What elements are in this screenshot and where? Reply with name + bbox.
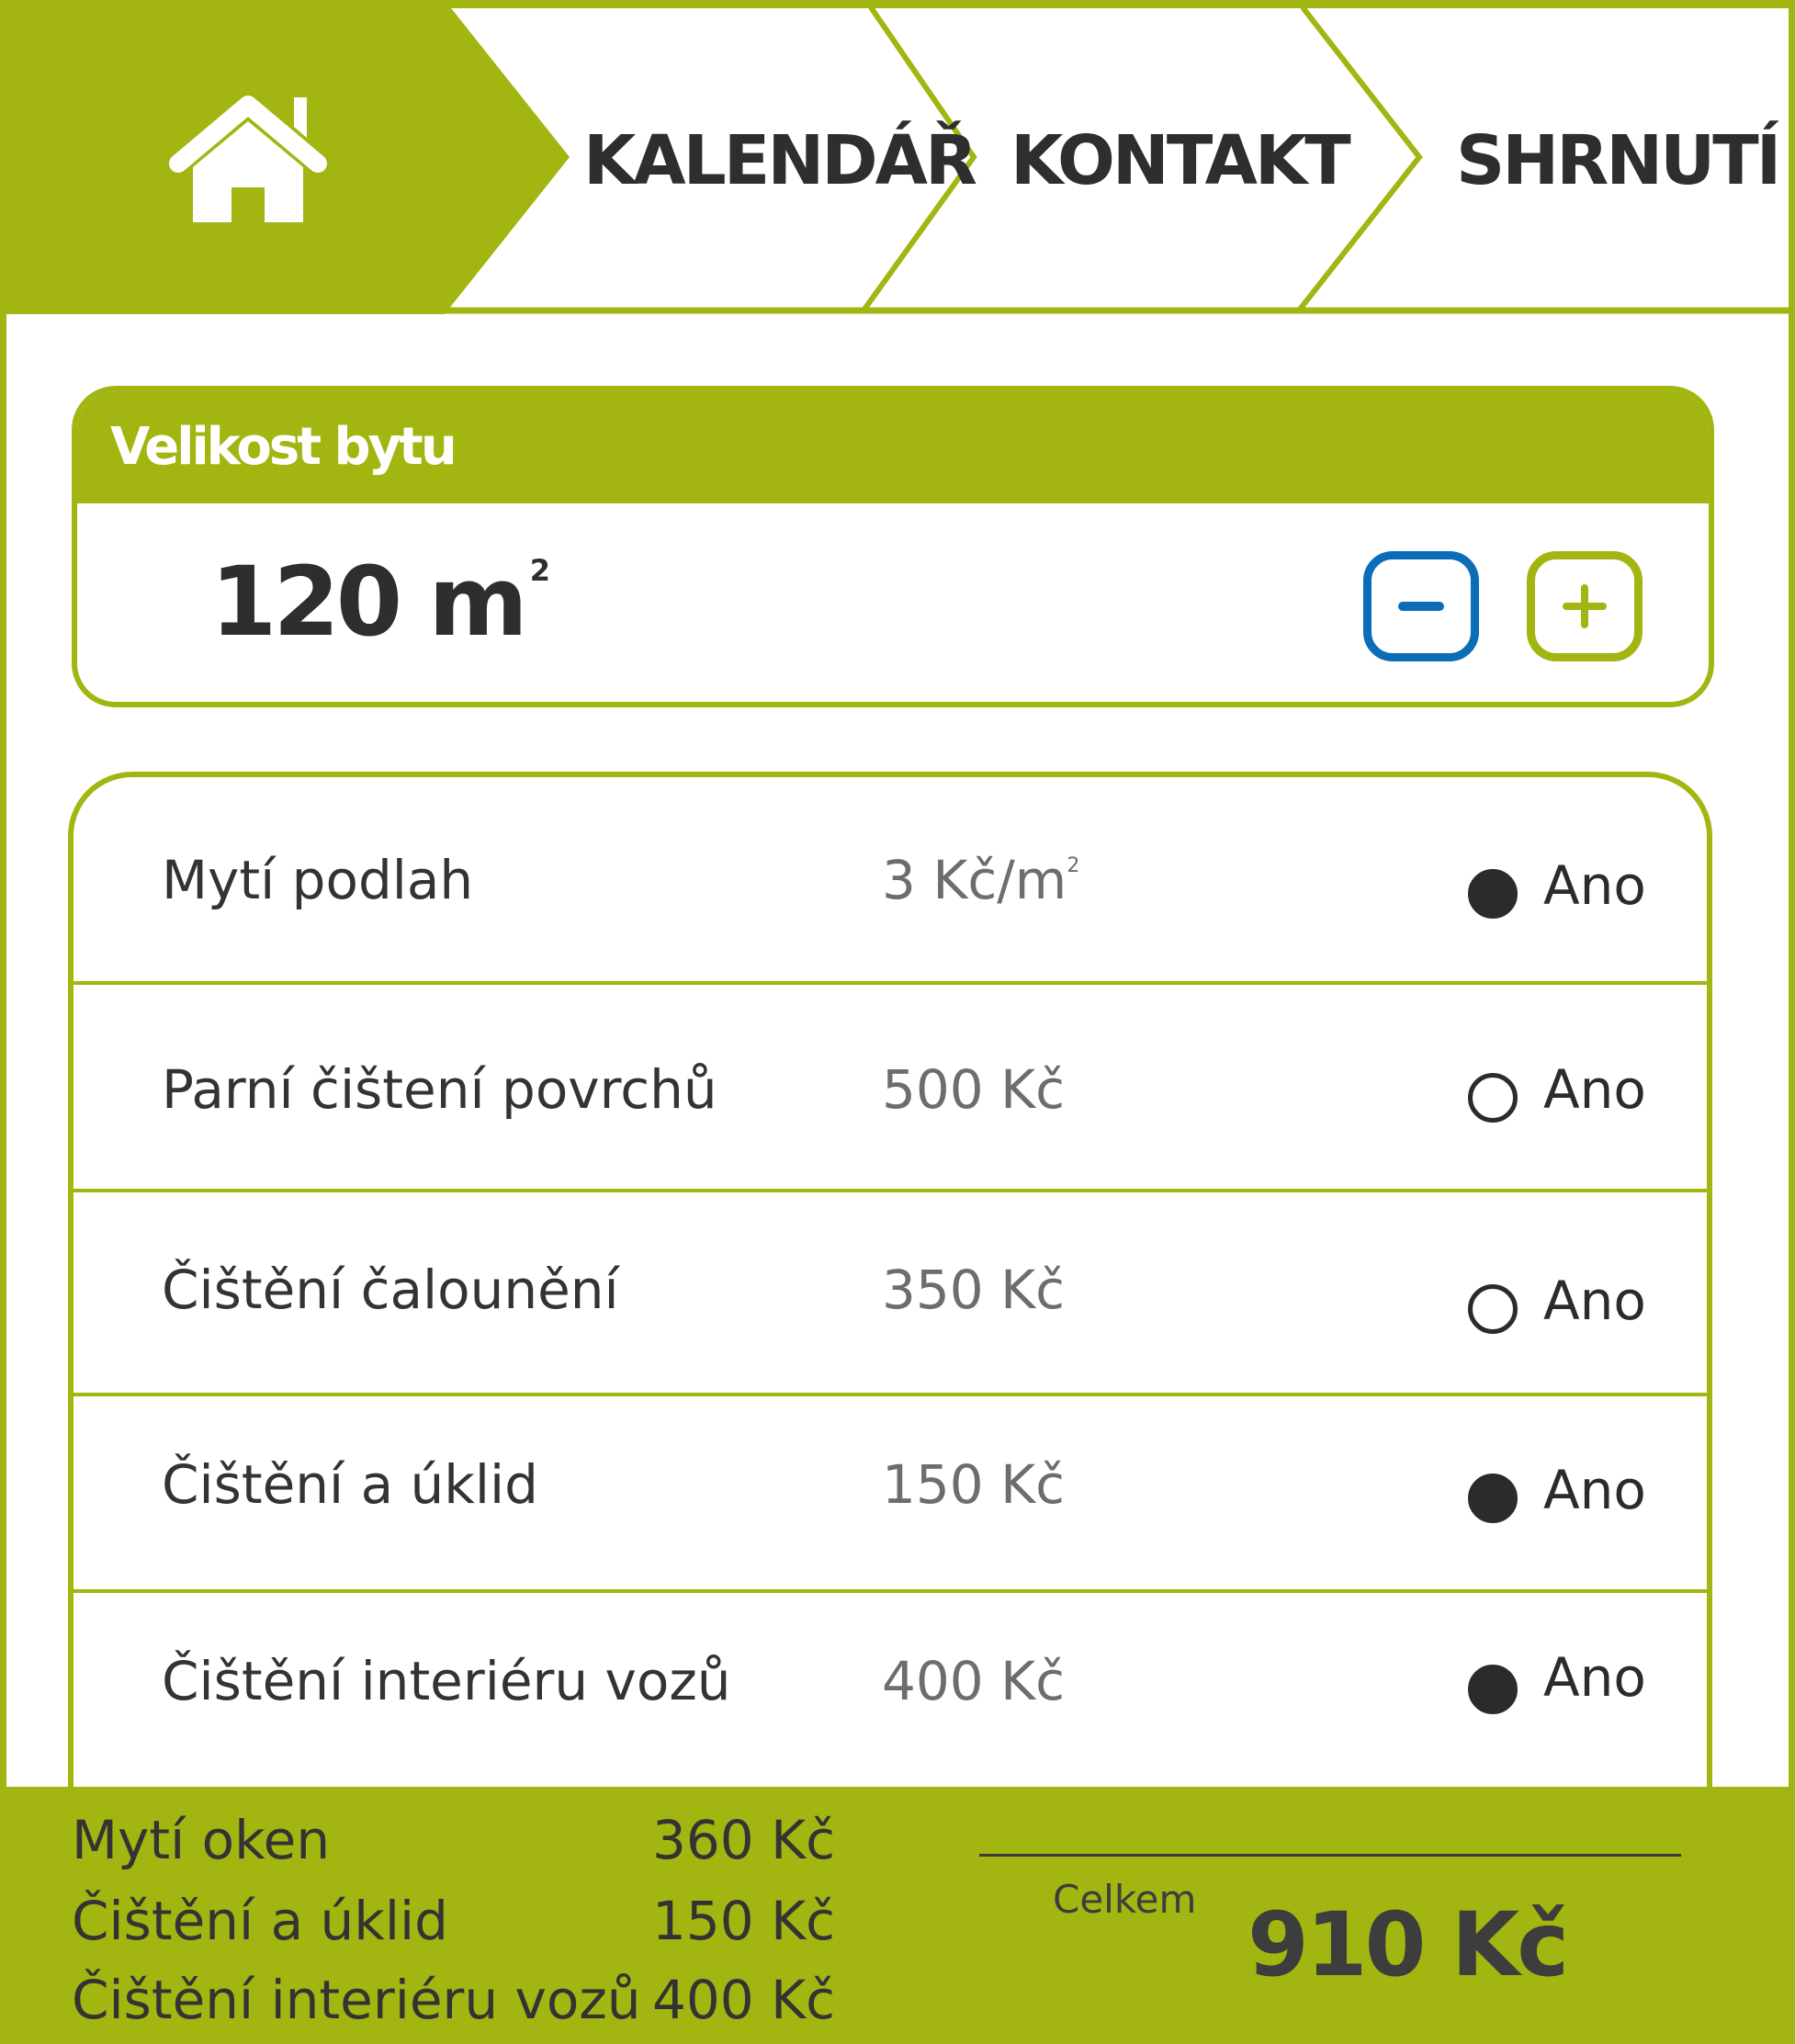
service-row-steam-cleaning[interactable]: Parní čištení povrchů 500 Kč Ano (73, 985, 1707, 1192)
order-summary-bar: Mytí oken 360 Kč Čištění a úklid 150 Kč … (0, 1787, 1795, 2044)
total-divider (979, 1854, 1681, 1857)
nav-step-summary[interactable]: SHRNUTÍ (1456, 119, 1781, 202)
summary-item-name: Čištění interiéru vozů (72, 1969, 641, 2031)
summary-item-price: 150 Kč (652, 1890, 836, 1952)
home-icon[interactable] (165, 92, 331, 230)
service-row-upholstery-cleaning[interactable]: Čištění čalounění 350 Kč Ano (73, 1192, 1707, 1396)
minus-icon (1398, 602, 1444, 611)
service-price: 150 Kč (882, 1453, 1066, 1516)
service-name: Mytí podlah (162, 849, 474, 911)
summary-item-name: Čištění a úklid (72, 1890, 448, 1952)
apartment-size-value: 120 m2 (210, 546, 550, 658)
service-radio-unselected[interactable] (1468, 1284, 1518, 1334)
service-price: 350 Kč (882, 1259, 1066, 1321)
service-price: 500 Kč (882, 1058, 1066, 1121)
plus-icon (1563, 584, 1607, 628)
apartment-size-title: Velikost bytu (110, 417, 457, 477)
service-option-label: Ano (1543, 1270, 1646, 1332)
service-row-floor-washing[interactable]: Mytí podlah 3 Kč/m2 Ano (73, 777, 1707, 985)
apartment-size-unit: m (428, 546, 527, 658)
summary-item-name: Mytí oken (72, 1809, 331, 1871)
nav-step-calendar[interactable]: KALENDÁŘ (583, 119, 977, 202)
apartment-size-header: Velikost bytu (77, 391, 1709, 503)
service-option-label: Ano (1543, 854, 1646, 917)
nav-step-contact[interactable]: KONTAKT (1010, 119, 1351, 202)
service-radio-selected[interactable] (1468, 869, 1518, 919)
service-row-car-interior-cleaning[interactable]: Čištění interiéru vozů 400 Kč Ano (73, 1593, 1707, 1795)
apartment-size-number: 120 (210, 546, 402, 658)
service-name: Čištění interiéru vozů (162, 1650, 731, 1712)
service-option-label: Ano (1543, 1646, 1646, 1709)
step-navigation: KALENDÁŘ KONTAKT SHRNUTÍ (0, 0, 1795, 314)
service-option-label: Ano (1543, 1058, 1646, 1121)
service-name: Parní čištení povrchů (162, 1058, 717, 1121)
total-value: 910 Kč (1247, 1893, 1569, 1996)
apartment-size-unit-exponent: 2 (529, 553, 550, 588)
increase-size-button[interactable] (1527, 551, 1643, 661)
total-label: Celkem (1053, 1877, 1197, 1922)
services-list: Mytí podlah 3 Kč/m2 Ano Parní čištení po… (68, 772, 1712, 1874)
service-price: 400 Kč (882, 1650, 1066, 1712)
service-row-cleaning-and-tidying[interactable]: Čištění a úklid 150 Kč Ano (73, 1396, 1707, 1593)
summary-item-price: 400 Kč (652, 1969, 836, 2031)
decrease-size-button[interactable] (1363, 551, 1479, 661)
apartment-size-card: Velikost bytu 120 m2 (72, 386, 1714, 707)
service-radio-unselected[interactable] (1468, 1073, 1518, 1123)
service-radio-selected[interactable] (1468, 1474, 1518, 1523)
service-name: Čištění čalounění (162, 1259, 619, 1321)
service-radio-selected[interactable] (1468, 1665, 1518, 1714)
service-option-label: Ano (1543, 1459, 1646, 1521)
summary-item-price: 360 Kč (652, 1809, 836, 1871)
service-price: 3 Kč/m2 (882, 849, 1080, 911)
service-name: Čištění a úklid (162, 1453, 538, 1516)
